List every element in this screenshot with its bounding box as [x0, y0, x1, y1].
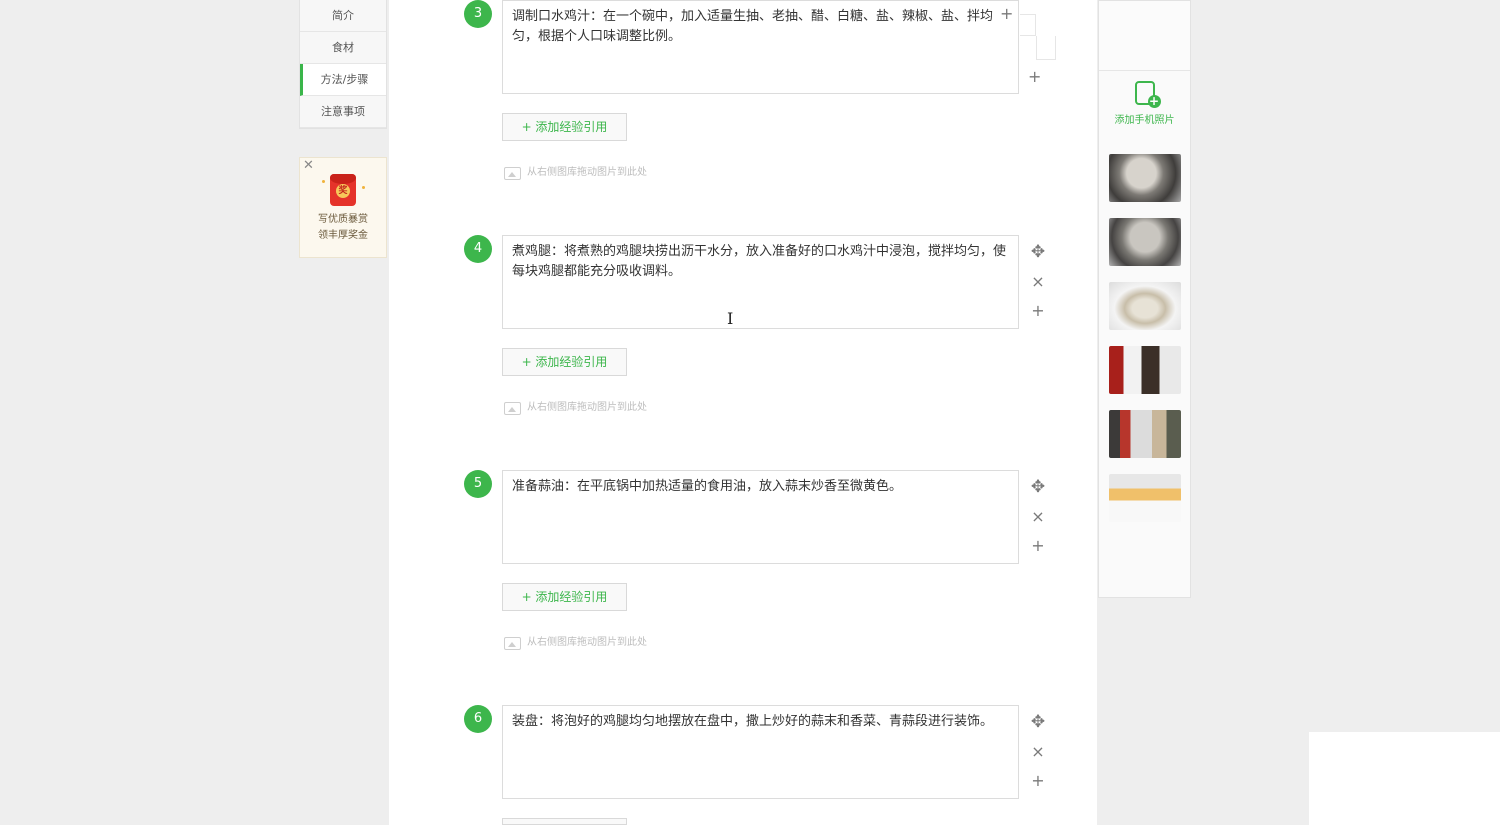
add-step-icon[interactable]: + [1028, 531, 1048, 560]
delete-icon[interactable]: × [1028, 502, 1048, 531]
photo-library-panel: + 添加手机照片 [1098, 0, 1191, 598]
nav-item-intro[interactable]: 简介 [300, 0, 386, 32]
step-number: 6 [464, 705, 492, 733]
delete-icon[interactable]: × [1028, 737, 1048, 766]
image-icon [504, 636, 521, 650]
photo-thumbnail[interactable] [1109, 474, 1181, 522]
drop-hint-text: 从右侧图库拖动图片到此处 [527, 637, 647, 648]
spark-icon [322, 180, 325, 183]
photo-thumbnail[interactable] [1109, 218, 1181, 266]
step-number: 4 [464, 235, 492, 263]
add-experience-button[interactable]: + 添加经验引用 [502, 113, 627, 141]
drop-hint-text: 从右侧图库拖动图片到此处 [527, 402, 647, 413]
reward-promo[interactable]: ✕ 奖 写优质暴赏 领丰厚奖金 [299, 157, 387, 258]
step-number: 3 [464, 0, 492, 28]
text-cursor-icon: I [727, 309, 734, 328]
image-drop-zone[interactable]: 从右侧图库拖动图片到此处 [504, 636, 647, 650]
spark-icon [362, 186, 365, 189]
add-phone-photo-label: 添加手机照片 [1114, 115, 1175, 126]
step-tools: ✥ × + [1028, 238, 1048, 325]
add-experience-button[interactable]: + 添加经验引用 [502, 583, 627, 611]
reward-badge: 奖 [336, 184, 350, 198]
add-step-icon[interactable]: + [1000, 0, 1013, 28]
step-text-input[interactable]: 调制口水鸡汁：在一个碗中，加入适量生抽、老抽、醋、白糖、盐、辣椒、盐、拌均匀，根… [502, 0, 1019, 94]
photo-thumbnail[interactable] [1109, 154, 1181, 202]
steps-editor [389, 0, 1097, 825]
photo-panel-header [1099, 1, 1190, 71]
add-experience-button[interactable] [502, 818, 627, 825]
phone-add-icon: + [1134, 81, 1161, 108]
add-step-icon[interactable]: + [1028, 766, 1048, 795]
move-icon[interactable]: ✥ [1028, 708, 1048, 737]
photo-thumbnail[interactable] [1109, 346, 1181, 394]
nav-item-ingredients[interactable]: 食材 [300, 32, 386, 64]
red-envelope-icon: 奖 [330, 174, 356, 206]
move-icon[interactable]: ✥ [1028, 473, 1048, 502]
promo-line-1: 写优质暴赏 [318, 214, 368, 225]
close-icon[interactable]: ✕ [303, 159, 314, 173]
drag-ghost [1020, 14, 1036, 36]
image-icon [504, 166, 521, 180]
nav-item-notes[interactable]: 注意事项 [300, 96, 386, 128]
image-drop-zone[interactable]: 从右侧图库拖动图片到此处 [504, 401, 647, 415]
add-experience-button[interactable]: + 添加经验引用 [502, 348, 627, 376]
step-tools: ✥ × + [1028, 708, 1048, 795]
step-text-input[interactable]: 煮鸡腿：将煮熟的鸡腿块捞出沥干水分，放入准备好的口水鸡汁中浸泡，搅拌均匀，使每块… [502, 235, 1019, 329]
overlay-panel [1309, 732, 1500, 825]
step-text-input[interactable]: 准备蒜油：在平底锅中加热适量的食用油，放入蒜末炒香至微黄色。 [502, 470, 1019, 564]
section-nav: 简介 食材 方法/步骤 注意事项 [299, 0, 387, 129]
promo-line-2: 领丰厚奖金 [318, 230, 368, 241]
nav-item-steps[interactable]: 方法/步骤 [300, 64, 386, 96]
step-number: 5 [464, 470, 492, 498]
step-text-input[interactable]: 装盘：将泡好的鸡腿均匀地摆放在盘中，撒上炒好的蒜末和香菜、青蒜段进行装饰。 [502, 705, 1019, 799]
image-drop-zone[interactable]: 从右侧图库拖动图片到此处 [504, 166, 647, 180]
image-icon [504, 401, 521, 415]
delete-icon[interactable]: × [1028, 267, 1048, 296]
photo-thumbnail[interactable] [1109, 410, 1181, 458]
move-icon[interactable]: ✥ [1028, 238, 1048, 267]
drop-hint-text: 从右侧图库拖动图片到此处 [527, 167, 647, 178]
step-tools: ✥ × + [1028, 473, 1048, 560]
add-step-icon[interactable]: + [1028, 296, 1048, 325]
recipe-editor-page: 简介 食材 方法/步骤 注意事项 ✕ 奖 写优质暴赏 领丰厚奖金 3 调制口水鸡… [0, 0, 1500, 825]
photo-thumbnail[interactable] [1109, 282, 1181, 330]
drag-ghost [1036, 36, 1056, 60]
add-step-icon[interactable]: + [1028, 62, 1041, 91]
add-phone-photo-button[interactable]: + 添加手机照片 [1099, 71, 1190, 126]
